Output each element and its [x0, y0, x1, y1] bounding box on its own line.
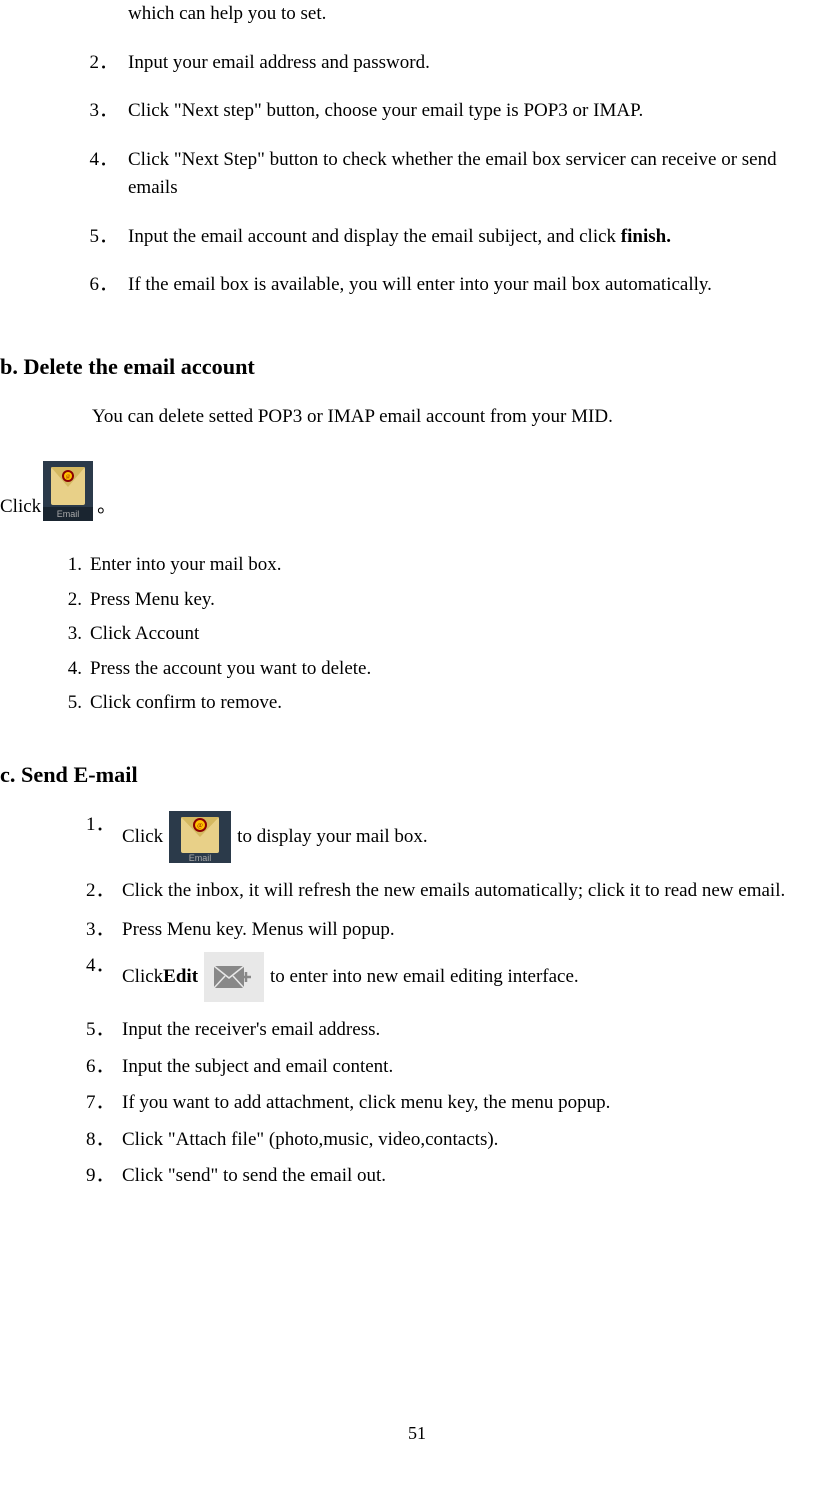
list-number: 3．	[88, 97, 118, 126]
list-item: 5． Input the email account and display t…	[128, 223, 834, 252]
list-item: 3. Click Account	[90, 620, 834, 649]
list-delete-steps: 1. Enter into your mail box. 2. Press Me…	[0, 551, 834, 718]
list-item: 6． Input the subject and email content.	[122, 1053, 834, 1082]
list-number: 2．	[88, 49, 118, 78]
list-number: 6．	[86, 1053, 114, 1082]
list-item: 4． Click "Next Step" button to check whe…	[128, 146, 834, 203]
list-number: 4.	[56, 655, 82, 684]
list-item: 1． Click @ Email to display your mail bo…	[122, 811, 834, 863]
list-text: Input the email account and display the …	[128, 226, 621, 247]
list-number: 9．	[86, 1162, 114, 1191]
list-number: 8．	[86, 1126, 114, 1155]
list-item: 6． If the email box is available, you wi…	[128, 271, 834, 300]
list-number: 3．	[86, 916, 114, 945]
list-item: 1. Enter into your mail box.	[90, 551, 834, 580]
list-number: 7．	[86, 1089, 114, 1118]
email-app-icon: @ Email	[43, 461, 93, 521]
list-item: 7． If you want to add attachment, click …	[122, 1089, 834, 1118]
list-text: which can help you to set.	[128, 3, 326, 24]
list-text: Click "Next Step" button to check whethe…	[128, 149, 777, 199]
list-number: 3.	[56, 620, 82, 649]
list-text: Input the subject and email content.	[122, 1056, 393, 1077]
list-text-pre: Click	[122, 823, 163, 852]
list-item: 2． Click the inbox, it will refresh the …	[122, 877, 834, 906]
list-item: 2. Press Menu key.	[90, 586, 834, 615]
list-text-pre: Click	[122, 963, 163, 992]
list-number: 4．	[86, 952, 114, 981]
list-text-post: to enter into new email editing interfac…	[270, 963, 579, 992]
intro-text-delete: You can delete setted POP3 or IMAP email…	[0, 403, 834, 432]
list-item: 8． Click "Attach file" (photo,music, vid…	[122, 1126, 834, 1155]
list-item: 2． Input your email address and password…	[128, 49, 834, 78]
list-number: 4．	[88, 146, 118, 175]
list-send-steps: 1． Click @ Email to display your mail bo…	[0, 811, 834, 1191]
list-text-bold: finish.	[621, 226, 671, 247]
list-text: Enter into your mail box.	[90, 554, 282, 575]
svg-text:Email: Email	[57, 509, 80, 519]
svg-text:Email: Email	[189, 853, 212, 863]
list-text: Click "Next step" button, choose your em…	[128, 100, 643, 121]
compose-email-icon	[204, 952, 264, 1002]
click-label: Click	[0, 493, 41, 522]
list-item: 3． Click "Next step" button, choose your…	[128, 97, 834, 126]
svg-text:@: @	[197, 823, 203, 829]
list-number: 5．	[86, 1016, 114, 1045]
list-item: 3． Press Menu key. Menus will popup.	[122, 916, 834, 945]
list-text: Press Menu key. Menus will popup.	[122, 919, 395, 940]
list-setup-continuing: which can help you to set. 2． Input your…	[0, 0, 834, 300]
page-number: 51	[0, 1420, 834, 1447]
list-text: Input your email address and password.	[128, 52, 430, 73]
list-number: 2.	[56, 586, 82, 615]
click-email-line: Click @ Email 。	[0, 461, 834, 521]
list-text: Click the inbox, it will refresh the new…	[122, 880, 785, 901]
list-text: Input the receiver's email address.	[122, 1019, 380, 1040]
list-text: If you want to add attachment, click men…	[122, 1092, 610, 1113]
list-text-post: to display your mail box.	[237, 823, 428, 852]
list-number: 1.	[56, 551, 82, 580]
email-app-icon: @ Email	[169, 811, 231, 863]
list-text: Click Account	[90, 623, 199, 644]
list-text: Click "Attach file" (photo,music, video,…	[122, 1129, 498, 1150]
list-text: Click confirm to remove.	[90, 692, 282, 713]
list-item: 4. Press the account you want to delete.	[90, 655, 834, 684]
list-text: Press Menu key.	[90, 589, 215, 610]
list-text: If the email box is available, you will …	[128, 274, 712, 295]
heading-delete-account: b. Delete the email account	[0, 350, 834, 383]
list-item: 5． Input the receiver's email address.	[122, 1016, 834, 1045]
heading-send-email: c. Send E-mail	[0, 758, 834, 791]
click-suffix: 。	[97, 493, 116, 522]
list-text: Click "send" to send the email out.	[122, 1165, 386, 1186]
list-number: 5．	[88, 223, 118, 252]
list-item: 9． Click "send" to send the email out.	[122, 1162, 834, 1191]
list-number: 6．	[88, 271, 118, 300]
svg-text:@: @	[66, 475, 71, 480]
list-item: 4． Click Edit to enter into new email ed…	[122, 952, 834, 1002]
list-text: Press the account you want to delete.	[90, 658, 371, 679]
list-number: 5.	[56, 689, 82, 718]
list-number: 1．	[86, 811, 114, 840]
list-text-bold: Edit	[163, 963, 198, 992]
list-number: 2．	[86, 877, 114, 906]
list-item: which can help you to set.	[128, 0, 834, 29]
list-item: 5. Click confirm to remove.	[90, 689, 834, 718]
